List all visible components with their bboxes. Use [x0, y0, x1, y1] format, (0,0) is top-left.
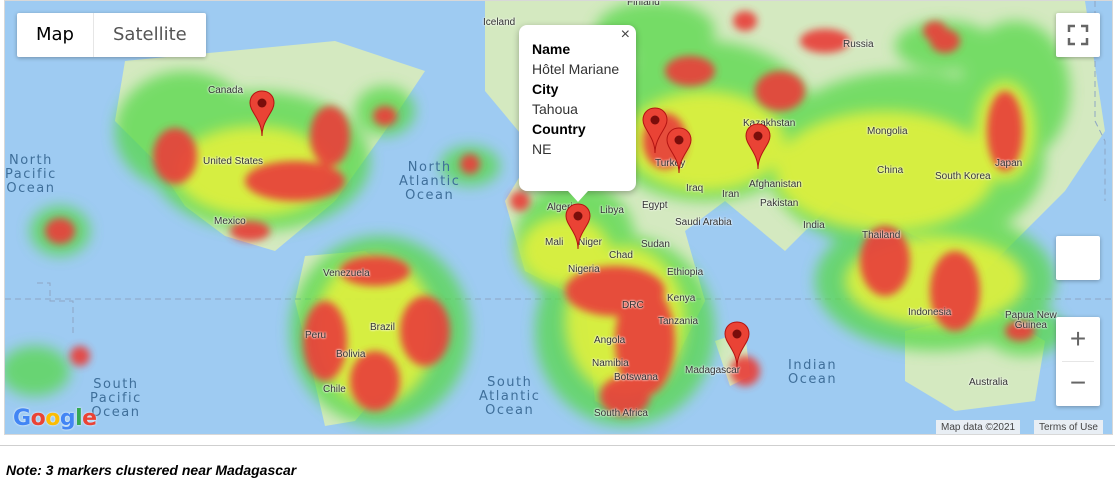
label-afghanistan: Afghanistan [749, 179, 802, 190]
street-view-pegman-button[interactable] [1056, 236, 1100, 280]
label-drc: DRC [622, 300, 644, 311]
info-window-tail [568, 191, 588, 202]
label-south-pacific-ocean: South Pacific Ocean [90, 377, 142, 420]
label-china: China [877, 165, 904, 176]
label-sudan: Sudan [641, 239, 670, 250]
label-finland: Finland [627, 0, 660, 8]
label-libya: Libya [600, 205, 624, 216]
label-chile: Chile [323, 384, 346, 395]
marker-canada-great-lakes[interactable] [249, 90, 275, 138]
close-icon[interactable]: × [621, 25, 630, 45]
label-south-korea: South Korea [935, 171, 991, 182]
label-kenya: Kenya [667, 293, 696, 304]
info-city-value: Tahoua [532, 101, 578, 117]
label-russia: Russia [843, 39, 874, 50]
label-botswana: Botswana [614, 372, 658, 383]
map-data-attribution: Map data ©2021 [936, 420, 1021, 434]
label-mali: Mali [545, 237, 564, 248]
zoom-control: + − [1056, 317, 1100, 406]
marker-madagascar[interactable] [724, 321, 750, 369]
label-chad: Chad [609, 250, 633, 261]
label-ethiopia: Ethiopia [667, 267, 704, 278]
label-south-atlantic-ocean: South Atlantic Ocean [479, 375, 541, 418]
map-type-control: Map Satellite [17, 13, 206, 57]
label-iraq: Iraq [686, 183, 704, 194]
label-tanzania: Tanzania [658, 316, 699, 327]
fullscreen-icon [1067, 24, 1089, 46]
label-australia: Australia [969, 377, 1008, 388]
label-japan: Japan [995, 158, 1023, 169]
marker-niger-tahoua[interactable] [565, 203, 591, 251]
marker-turkey-1[interactable] [642, 107, 668, 155]
label-pakistan: Pakistan [760, 198, 799, 209]
info-city-key: City [532, 81, 559, 97]
label-canada: Canada [208, 85, 244, 96]
label-angola: Angola [594, 335, 626, 346]
label-north-atlantic-ocean: North Atlantic Ocean [399, 160, 461, 203]
info-country-key: Country [532, 121, 586, 137]
label-mexico: Mexico [214, 216, 246, 227]
terms-of-use-link[interactable]: Terms of Use [1034, 420, 1103, 434]
zoom-out-button[interactable]: − [1056, 362, 1100, 406]
note-text: Note: 3 markers clustered near Madagasca… [6, 462, 297, 478]
label-brazil: Brazil [370, 322, 396, 333]
info-window: × Name Hôtel Mariane City Tahoua Country… [519, 25, 636, 191]
google-logo[interactable]: Google [13, 406, 97, 431]
info-country-value: NE [532, 141, 552, 157]
info-name-value: Hôtel Mariane [532, 61, 620, 77]
marker-turkey-2[interactable] [666, 127, 692, 175]
label-iran: Iran [722, 189, 740, 200]
label-mongolia: Mongolia [867, 126, 908, 137]
label-saudi-arabia: Saudi Arabia [675, 217, 732, 228]
map-canvas[interactable]: Finland Iceland Russia Canada Kazakhstan… [4, 0, 1113, 435]
label-thailand: Thailand [862, 230, 901, 241]
label-peru: Peru [305, 330, 327, 341]
zoom-in-button[interactable]: + [1056, 317, 1100, 361]
label-united-states: United States [203, 156, 264, 167]
marker-central-asia[interactable] [745, 123, 771, 171]
label-indian-ocean: Indian Ocean [788, 358, 838, 387]
label-nigeria: Nigeria [568, 264, 600, 275]
label-namibia: Namibia [592, 358, 629, 369]
label-venezuela: Venezuela [323, 268, 370, 279]
label-indonesia: Indonesia [908, 307, 952, 318]
label-north-pacific-ocean: North Pacific Ocean [5, 153, 57, 196]
fullscreen-button[interactable] [1056, 13, 1100, 57]
label-egypt: Egypt [642, 200, 668, 211]
label-south-africa: South Africa [594, 408, 648, 419]
map-type-map-button[interactable]: Map [17, 13, 93, 57]
label-papua-new-guinea: Papua New Guinea [1005, 310, 1057, 331]
label-iceland: Iceland [483, 17, 516, 28]
map-type-satellite-button[interactable]: Satellite [93, 13, 206, 57]
label-india: India [803, 220, 825, 231]
label-bolivia: Bolivia [336, 349, 366, 360]
divider [0, 445, 1115, 446]
